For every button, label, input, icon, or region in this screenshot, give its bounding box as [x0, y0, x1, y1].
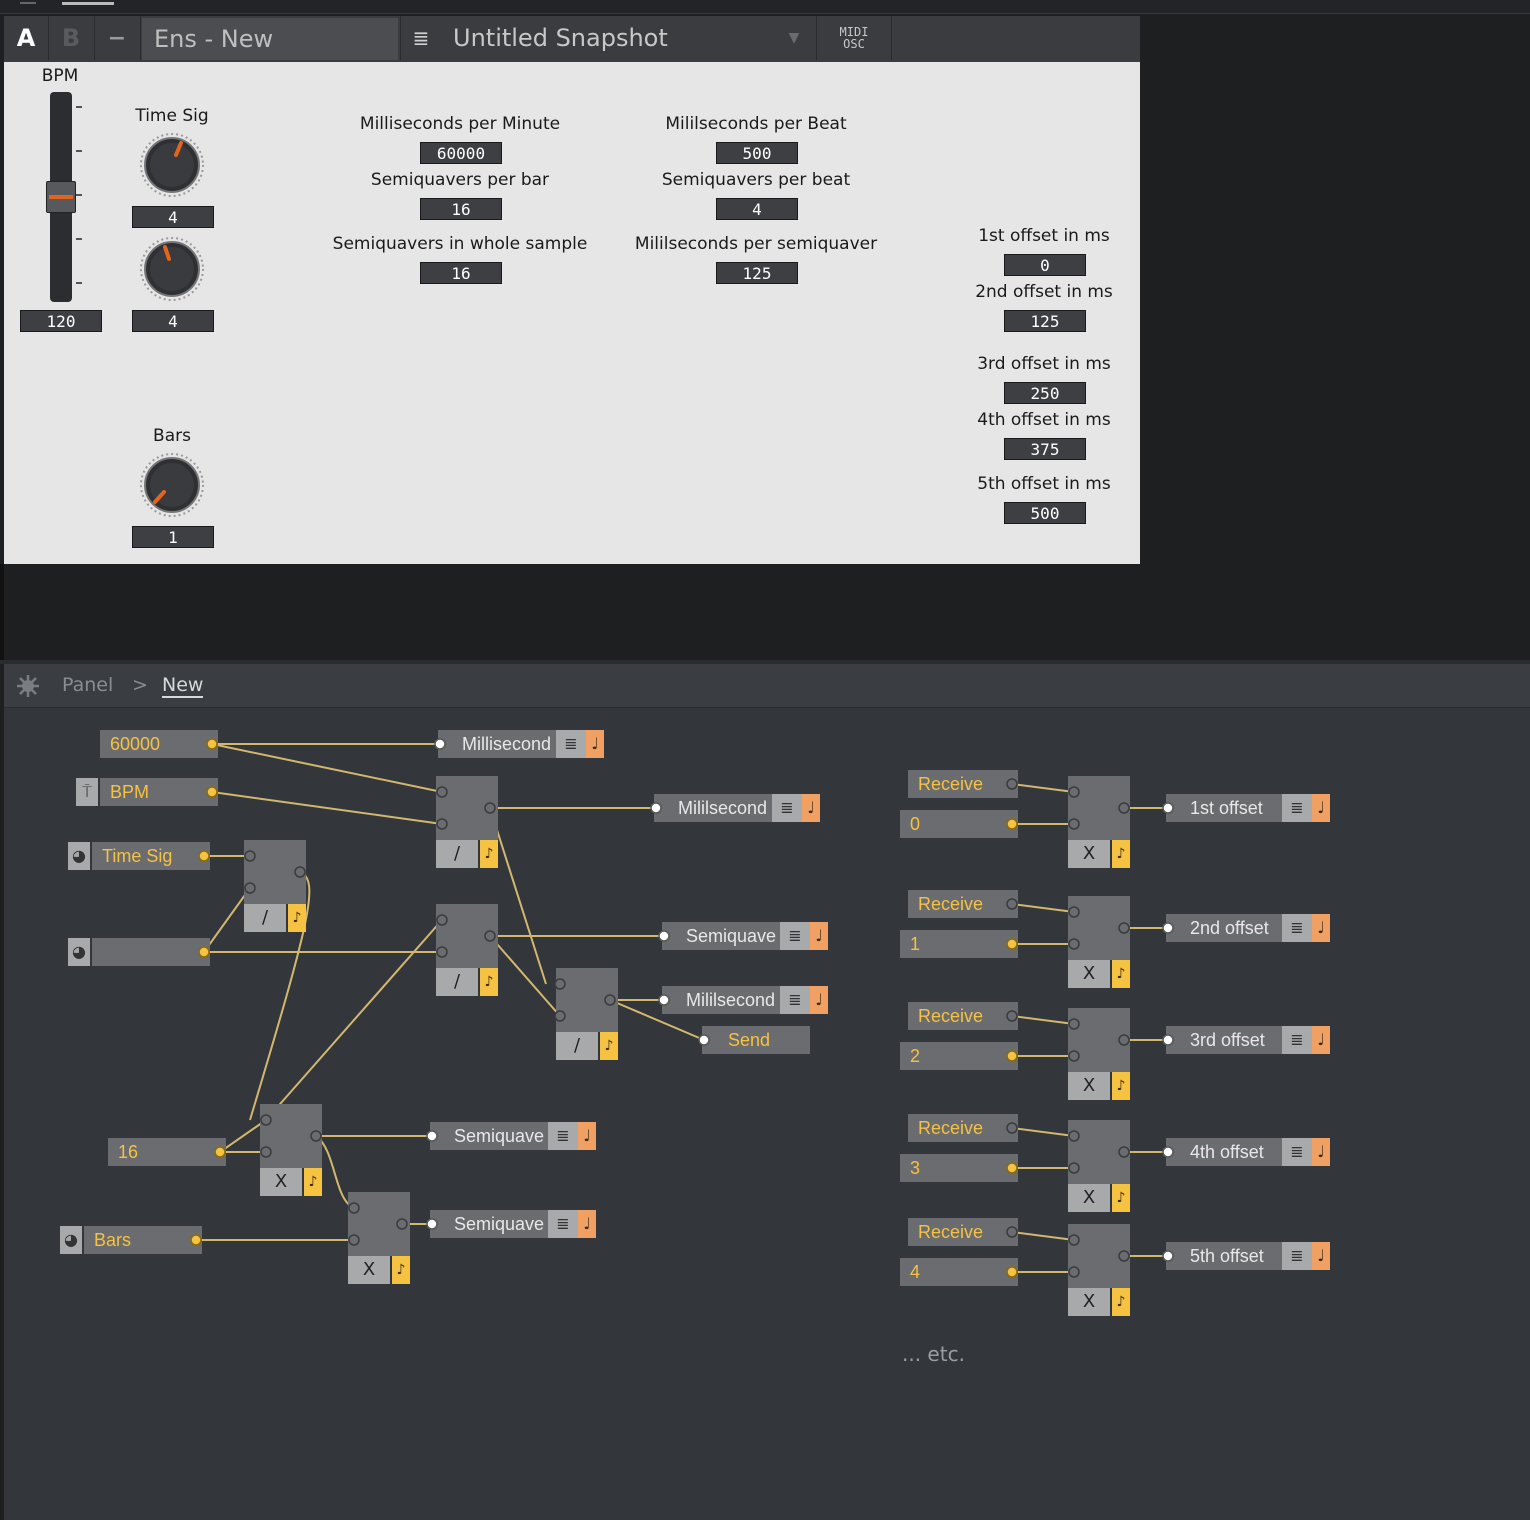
connector-port[interactable] — [396, 1218, 408, 1230]
connector-port[interactable] — [1068, 1266, 1080, 1278]
connector-port[interactable] — [1162, 922, 1174, 934]
connector-port[interactable] — [310, 1130, 322, 1142]
connector-port[interactable] — [214, 1146, 226, 1158]
connector-port[interactable] — [260, 1146, 272, 1158]
connector-port[interactable] — [426, 1130, 438, 1142]
connector-port[interactable] — [1006, 818, 1018, 830]
connector-port[interactable] — [554, 1010, 566, 1022]
connector-port[interactable] — [554, 978, 566, 990]
connector-port[interactable] — [1006, 1122, 1018, 1134]
connector-port[interactable] — [1006, 1162, 1018, 1174]
connector-port[interactable] — [1118, 1146, 1130, 1158]
connector-port[interactable] — [650, 802, 662, 814]
connector-port[interactable] — [1162, 1250, 1174, 1262]
connector-port[interactable] — [1068, 786, 1080, 798]
connector-port[interactable] — [206, 738, 218, 750]
connector-port[interactable] — [1006, 778, 1018, 790]
connector-port[interactable] — [426, 1218, 438, 1230]
connector-port[interactable] — [294, 866, 306, 878]
connector-port[interactable] — [348, 1234, 360, 1246]
connector-port[interactable] — [1068, 1050, 1080, 1062]
connector-port[interactable] — [434, 738, 446, 750]
connector-port[interactable] — [206, 786, 218, 798]
connector-port[interactable] — [1006, 938, 1018, 950]
connector-port[interactable] — [1068, 818, 1080, 830]
connector-port[interactable] — [348, 1202, 360, 1214]
connector-port[interactable] — [1118, 1034, 1130, 1046]
connector-port[interactable] — [1162, 1034, 1174, 1046]
connector-port[interactable] — [1118, 1250, 1130, 1262]
connector-port[interactable] — [1068, 938, 1080, 950]
connector-port[interactable] — [1006, 1010, 1018, 1022]
connector-port[interactable] — [198, 850, 210, 862]
connector-port[interactable] — [658, 930, 670, 942]
connector-port[interactable] — [698, 1034, 710, 1046]
connector-port[interactable] — [244, 882, 256, 894]
connector-port[interactable] — [198, 946, 210, 958]
connector-port[interactable] — [1118, 922, 1130, 934]
connector-port[interactable] — [1068, 906, 1080, 918]
connector-port[interactable] — [1006, 898, 1018, 910]
connector-port[interactable] — [484, 930, 496, 942]
connector-port[interactable] — [1006, 1266, 1018, 1278]
connector-port[interactable] — [1006, 1226, 1018, 1238]
connector-port[interactable] — [1068, 1130, 1080, 1142]
connector-port[interactable] — [1162, 1146, 1174, 1158]
connector-port[interactable] — [1006, 1050, 1018, 1062]
connector-port[interactable] — [1118, 802, 1130, 814]
connector-port[interactable] — [1068, 1018, 1080, 1030]
connector-port[interactable] — [436, 818, 448, 830]
port-layer — [190, 738, 1174, 1278]
connector-port[interactable] — [484, 802, 496, 814]
connector-port[interactable] — [658, 994, 670, 1006]
connector-port[interactable] — [260, 1114, 272, 1126]
connector-port[interactable] — [1068, 1162, 1080, 1174]
connector-port[interactable] — [1162, 802, 1174, 814]
connector-port[interactable] — [604, 994, 616, 1006]
connector-port[interactable] — [190, 1234, 202, 1246]
connector-port[interactable] — [436, 914, 448, 926]
connector-port[interactable] — [436, 786, 448, 798]
connector-port[interactable] — [436, 946, 448, 958]
connector-port[interactable] — [244, 850, 256, 862]
connector-port[interactable] — [1068, 1234, 1080, 1246]
